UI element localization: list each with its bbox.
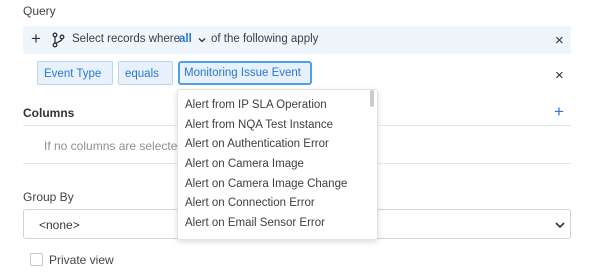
chevron-down-icon [555,222,565,229]
query-label: Query [23,4,56,18]
private-view-checkbox[interactable] [30,253,43,266]
query-header-bar: + Select records where all of the follow… [23,26,571,54]
dropdown-option[interactable]: Alert on Email Sensor Error [185,217,325,229]
dropdown-option[interactable]: Alert on Camera Image Change [185,178,347,190]
condition-operator-chip[interactable]: equals [118,61,173,85]
columns-empty-text: If no columns are selected [44,139,185,153]
branch-icon[interactable] [51,32,65,48]
close-query-icon[interactable]: × [555,33,564,48]
remove-condition-icon[interactable]: × [555,68,564,83]
group-by-label: Group By [23,190,74,204]
dropdown-option[interactable]: Alert from IP SLA Operation [185,99,327,111]
value-dropdown-list: Alert from IP SLA Operation Alert from N… [177,89,378,240]
dropdown-option[interactable]: Alert on Camera Image [185,158,304,170]
columns-label: Columns [23,106,75,120]
chevron-down-icon[interactable] [197,34,207,46]
apply-text: of the following apply [211,33,319,45]
select-records-text: Select records where [72,33,181,45]
dropdown-option[interactable]: Alert on Authentication Error [185,138,329,150]
dropdown-option[interactable]: Alert from NQA Test Instance [185,119,333,131]
condition-field-chip[interactable]: Event Type [37,61,113,85]
private-view-label: Private view [49,253,114,267]
condition-value-input[interactable]: Monitoring Issue Event [178,61,312,85]
add-condition-plus-icon[interactable]: + [27,29,45,49]
add-column-plus-icon[interactable]: + [554,103,564,120]
match-mode-selector[interactable]: all [179,33,192,45]
dropdown-scrollbar[interactable] [370,90,374,107]
dropdown-option[interactable]: Alert on Connection Error [185,197,315,209]
group-by-value: <none> [39,218,80,232]
